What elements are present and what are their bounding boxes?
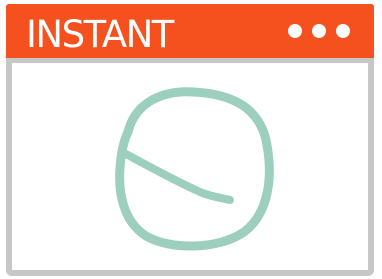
clock-icon	[115, 87, 274, 251]
title-bar: INSTANT	[6, 4, 374, 58]
menu-dot	[312, 24, 326, 38]
menu-dot	[336, 24, 350, 38]
title-bar-divider	[6, 58, 374, 63]
clock-face	[115, 87, 274, 251]
more-horizontal-icon[interactable]	[288, 24, 350, 38]
app-title: INSTANT	[26, 13, 174, 56]
menu-dot	[288, 24, 302, 38]
clock-hand	[122, 150, 234, 204]
